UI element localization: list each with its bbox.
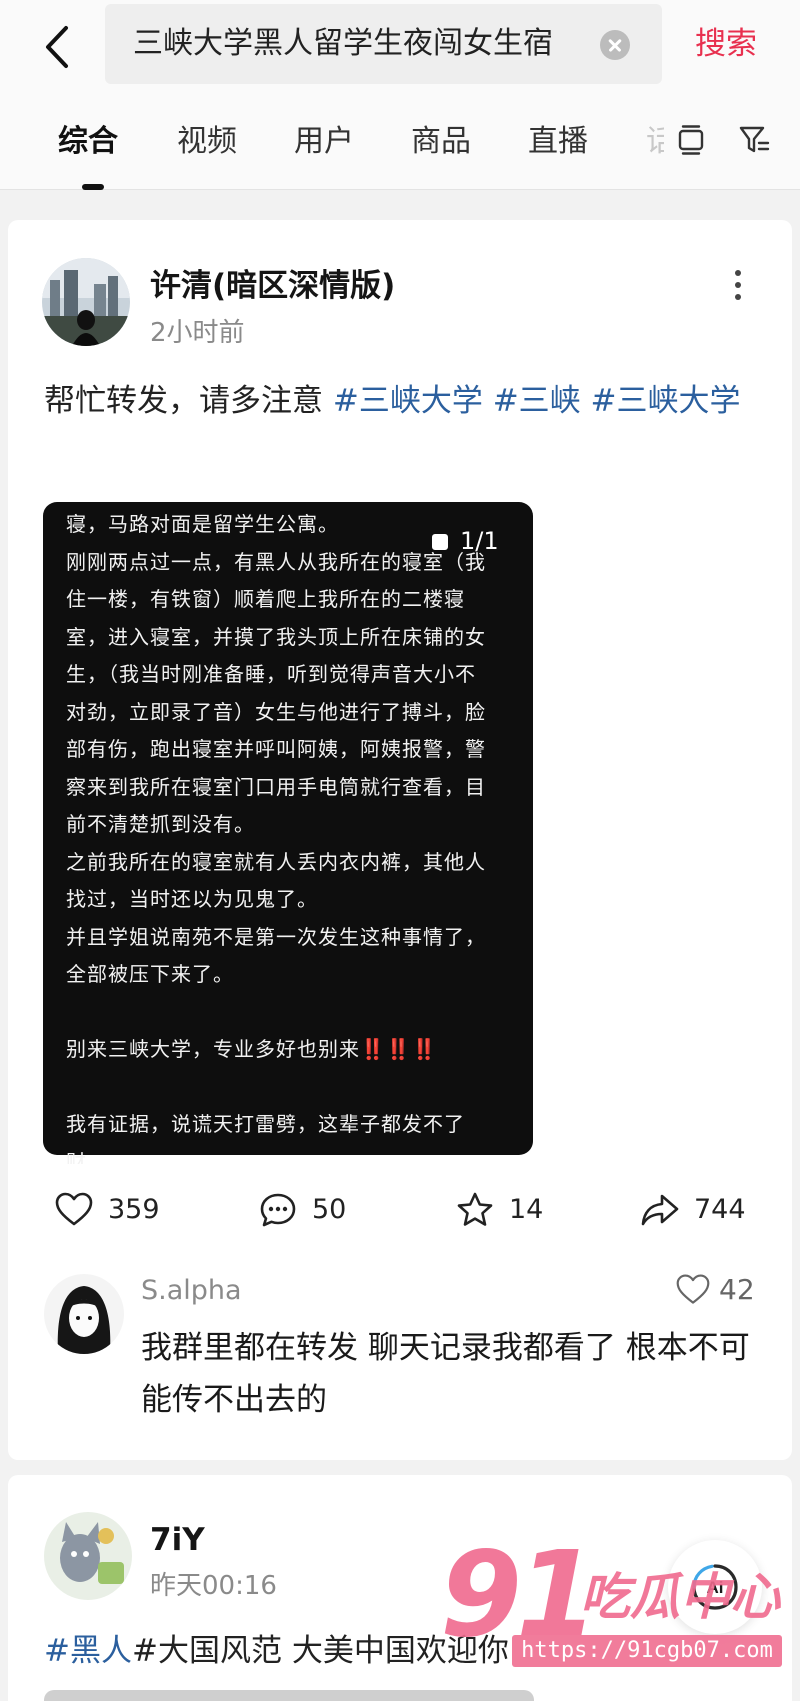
image-text-line: 找过，当时还以为见鬼了。 bbox=[66, 887, 318, 911]
tab-comprehensive[interactable]: 综合 bbox=[58, 120, 118, 164]
ai-icon: Ai bbox=[692, 1564, 738, 1610]
image-text-line: 住一楼，有铁窗）顺着爬上我所在的二楼寝 bbox=[66, 587, 465, 611]
filter-icon[interactable] bbox=[738, 124, 770, 156]
comment-button[interactable]: 50 bbox=[258, 1190, 346, 1230]
post-text: 帮忙转发，请多注意 #三峡大学 #三峡 #三峡大学 bbox=[44, 375, 744, 427]
post-text-plain: 大美中国欢迎你 bbox=[281, 1633, 509, 1669]
image-text-line: 我有证据，说谎天打雷劈，这辈子都发不了 bbox=[66, 1112, 465, 1136]
avatar[interactable] bbox=[44, 1512, 132, 1600]
favorite-count: 14 bbox=[509, 1194, 544, 1225]
hashtag[interactable]: #三峡 bbox=[493, 383, 581, 419]
image-text-line: 财。 bbox=[66, 1149, 108, 1164]
comment-like-count: 42 bbox=[719, 1273, 755, 1306]
ai-assistant-button[interactable]: Ai bbox=[668, 1540, 762, 1634]
tab-overflow[interactable]: 话 bbox=[646, 120, 664, 164]
tab-live[interactable]: 直播 bbox=[528, 120, 588, 164]
image-text-line: 察来到我所在寝室门口用手电筒就行查看，目 bbox=[66, 774, 486, 799]
image-text-line: 部有伤，跑出寝室并呼叫阿姨，阿姨报警，警 bbox=[66, 737, 486, 761]
hashtag[interactable]: #黑人 bbox=[44, 1633, 132, 1669]
image-counter: 1/1 bbox=[432, 527, 499, 555]
post-image-peek bbox=[44, 1690, 534, 1701]
post-author[interactable]: 7iY bbox=[150, 1518, 205, 1562]
exclamation-marks: ‼️‼️‼️ bbox=[360, 1037, 438, 1061]
avatar[interactable] bbox=[42, 258, 130, 346]
commenter-avatar[interactable] bbox=[44, 1274, 124, 1354]
post-image-text: 寝，马路对面是留学生公寓。 刚刚两点过一点，有黑人从我所在的寝室（我 住一楼，有… bbox=[66, 506, 516, 1164]
clear-search-icon[interactable] bbox=[600, 30, 630, 60]
top-bar: 三峡大学黑人留学生夜闯女生宿 搜索 bbox=[0, 0, 800, 96]
comment-text: 我群里都在转发 聊天记录我都看了 根本不可能传不出去的 bbox=[141, 1330, 750, 1418]
tab-users[interactable]: 用户 bbox=[294, 120, 354, 164]
back-arrow-icon[interactable] bbox=[38, 22, 78, 72]
heart-icon bbox=[676, 1274, 710, 1304]
post-text-plain: 帮忙转发，请多注意 bbox=[44, 383, 333, 419]
search-button[interactable]: 搜索 bbox=[695, 22, 757, 66]
post-text: #黑人#大国风范 大美中国欢迎你 bbox=[44, 1627, 764, 1675]
share-button[interactable]: 744 bbox=[640, 1190, 746, 1230]
favorite-button[interactable]: 14 bbox=[455, 1190, 543, 1230]
like-button[interactable]: 359 bbox=[54, 1190, 160, 1230]
multi-image-icon bbox=[432, 534, 448, 550]
commenter-name[interactable]: S.alpha bbox=[141, 1273, 242, 1309]
post-actions: 359 50 14 744 bbox=[0, 1190, 800, 1240]
heart-icon bbox=[55, 1192, 93, 1226]
star-icon bbox=[457, 1192, 493, 1226]
share-count: 744 bbox=[694, 1194, 746, 1225]
active-tab-indicator bbox=[82, 184, 104, 190]
hashtag-plain[interactable]: #大国风范 bbox=[132, 1633, 282, 1669]
image-text-gap bbox=[66, 994, 516, 1032]
layout-toggle-icon[interactable] bbox=[677, 124, 705, 156]
post-time: 昨天00:16 bbox=[150, 1571, 277, 1601]
tab-video[interactable]: 视频 bbox=[177, 120, 237, 164]
image-text-line: 别来三峡大学，专业多好也别来‼️‼️‼️ bbox=[66, 1037, 438, 1061]
image-text-line: 之前我所在的寝室就有人丢内衣内裤，其他人 bbox=[66, 849, 486, 874]
image-text-line: 生，（我当时刚准备睡，听到觉得声音大小不 bbox=[66, 662, 476, 686]
image-text-line: 前不清楚抓到没有。 bbox=[66, 812, 255, 836]
hashtag[interactable]: #三峡大学 bbox=[333, 383, 483, 419]
result-tabs: 综合 视频 用户 商品 直播 话 bbox=[0, 96, 800, 190]
image-text-line: 并且学姐说南苑不是第一次发生这种事情了， bbox=[66, 924, 486, 949]
comment-like-button[interactable]: 42 bbox=[675, 1270, 755, 1310]
image-text-line: 全部被压下来了。 bbox=[66, 962, 234, 986]
image-text-gap bbox=[66, 1069, 516, 1107]
comment-icon bbox=[260, 1193, 296, 1227]
image-text-line: 室，进入寝室，并摸了我头顶上所在床铺的女 bbox=[66, 624, 486, 649]
comment-count: 50 bbox=[312, 1194, 347, 1225]
svg-text:Ai: Ai bbox=[707, 1578, 724, 1597]
hashtag[interactable]: #三峡大学 bbox=[591, 383, 741, 419]
image-text-line: 对劲，立即录了音）女生与他进行了搏斗，脸 bbox=[66, 699, 486, 724]
like-count: 359 bbox=[108, 1194, 160, 1225]
post-time: 2小时前 bbox=[150, 318, 245, 348]
more-options-icon[interactable] bbox=[734, 270, 742, 300]
share-icon bbox=[641, 1194, 679, 1226]
search-input[interactable]: 三峡大学黑人留学生夜闯女生宿 bbox=[105, 4, 662, 84]
search-query[interactable]: 三峡大学黑人留学生夜闯女生宿 bbox=[133, 22, 593, 66]
post-author[interactable]: 许清(暗区深情版) bbox=[150, 264, 395, 308]
tab-products[interactable]: 商品 bbox=[411, 120, 471, 164]
